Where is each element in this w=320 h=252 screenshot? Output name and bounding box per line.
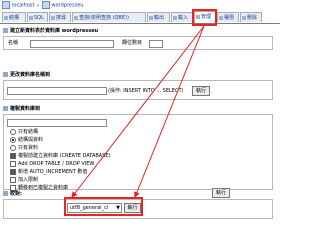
- arrow-to-go-button: [134, 25, 205, 198]
- annotation-arrows: [71, 25, 205, 198]
- arrow-to-collation: [71, 25, 205, 198]
